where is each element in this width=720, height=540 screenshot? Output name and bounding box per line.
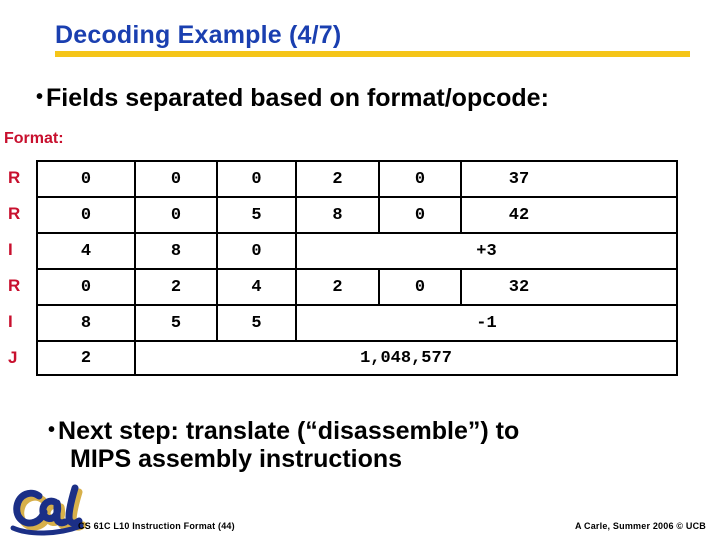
row-format-label: R	[8, 204, 21, 223]
table-cell: 2	[136, 270, 218, 304]
table-cell: 0	[38, 270, 136, 304]
table-cell: 0	[218, 234, 297, 268]
instruction-format-table: R 0 0 0 2 0 37 R 0 0 5 8 0 42 I 4 8 0 +3	[0, 160, 678, 376]
row-format-label: I	[8, 312, 13, 331]
row-cells: 0 2 4 2 0 32	[36, 268, 678, 304]
footer-course-label: CS 61C L10 Instruction Format (44)	[78, 521, 235, 531]
row-format-label: R	[8, 276, 21, 295]
table-cell: 0	[218, 162, 297, 196]
table-cell: 8	[136, 234, 218, 268]
table-row: J 2 1,048,577	[0, 340, 678, 376]
table-cell: 0	[136, 198, 218, 232]
table-cell: 32	[508, 277, 530, 297]
row-cells: 4 8 0 +3	[36, 232, 678, 268]
page-title: Decoding Example (4/7)	[55, 21, 342, 49]
row-cells: 0 0 0 2 0 37	[36, 160, 678, 196]
bullet-fields-separated: • Fields separated based on format/opcode…	[36, 84, 549, 113]
table-cell: 42	[508, 205, 530, 225]
table-cell-immediate: -1	[476, 313, 497, 333]
table-cell: 0	[380, 162, 462, 196]
table-row: R 0 0 5 8 0 42	[0, 196, 678, 232]
table-cell: 37	[508, 169, 530, 189]
table-cell: 5	[218, 306, 297, 340]
bullet-next-step: • Next step: translate (“disassemble”) to…	[48, 417, 688, 473]
table-cell: 8	[297, 198, 380, 232]
table-cell: 0	[38, 198, 136, 232]
table-row: I 8 5 5 -1	[0, 304, 678, 340]
table-cell: 0	[38, 162, 136, 196]
bullet-dot-icon: •	[36, 86, 44, 108]
row-cells: 0 0 5 8 0 42	[36, 196, 678, 232]
table-row: R 0 0 0 2 0 37	[0, 160, 678, 196]
table-cell: 5	[218, 198, 297, 232]
table-cell: 0	[380, 270, 462, 304]
table-row: R 0 2 4 2 0 32	[0, 268, 678, 304]
bullet-dot-icon: •	[48, 419, 56, 441]
bullet-next-step-line1: Next step: translate (“disassemble”) to	[58, 417, 520, 445]
format-label: Format:	[4, 130, 64, 147]
table-cell: 2	[297, 270, 380, 304]
row-cells: 2 1,048,577	[36, 340, 678, 376]
table-row: I 4 8 0 +3	[0, 232, 678, 268]
table-cell: 4	[38, 234, 136, 268]
table-cell: 0	[380, 198, 462, 232]
row-format-label: I	[8, 240, 13, 259]
row-format-label: J	[8, 348, 18, 367]
footer-credit-label: A Carle, Summer 2006 © UCB	[574, 521, 706, 531]
title-underline-rule	[55, 51, 690, 57]
table-cell-target-address: 1,048,577	[360, 348, 452, 368]
table-cell: 4	[218, 270, 297, 304]
table-cell: 8	[38, 306, 136, 340]
row-format-label: R	[8, 168, 21, 187]
table-cell: 2	[38, 342, 136, 374]
table-cell: 5	[136, 306, 218, 340]
table-cell: 2	[297, 162, 380, 196]
table-cell-immediate: +3	[476, 241, 497, 261]
bullet-next-step-line2: MIPS assembly instructions	[70, 444, 403, 473]
table-cell: 0	[136, 162, 218, 196]
bullet-fields-separated-text: Fields separated based on format/opcode:	[46, 84, 549, 112]
row-cells: 8 5 5 -1	[36, 304, 678, 340]
